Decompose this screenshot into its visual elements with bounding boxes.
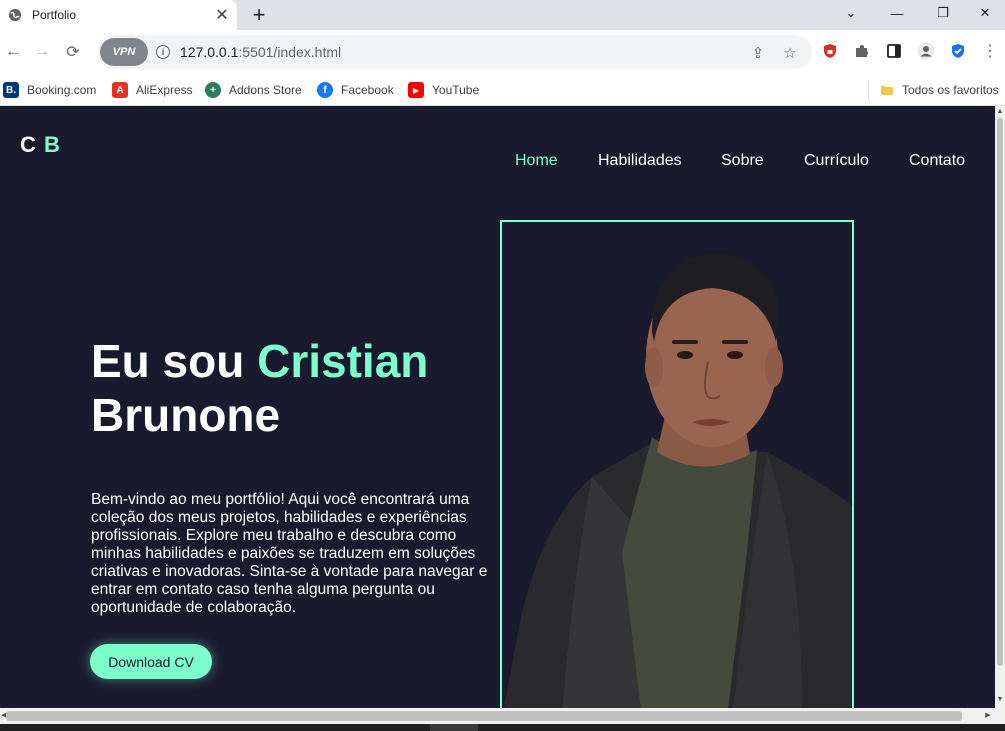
site-logo[interactable]: C B (20, 132, 61, 158)
vpn-badge[interactable]: VPN (100, 38, 148, 66)
aliexpress-icon: A (112, 82, 128, 98)
scroll-down-arrow-icon[interactable]: ▼ (996, 696, 1004, 704)
reload-button[interactable]: ⟳ (60, 39, 86, 65)
extension-shield-red-icon[interactable] (820, 41, 840, 61)
browser-toolbar: ← → ⟳ VPN i 127.0.0.1:5501/index.html ⇪ … (0, 30, 1005, 74)
youtube-icon: ▶ (408, 82, 424, 98)
close-tab-icon[interactable]: ✕ (209, 2, 235, 28)
bookmark-label: Booking.com (27, 83, 97, 97)
taskbar-item (430, 724, 478, 731)
globe-icon (8, 8, 22, 22)
bookmark-facebook[interactable]: f Facebook (317, 81, 394, 99)
bookmark-label: AliExpress (136, 83, 193, 97)
vertical-scrollbar[interactable]: ▲ ▼ (995, 106, 1005, 708)
scroll-up-arrow-icon[interactable]: ▲ (996, 108, 1004, 116)
vertical-scroll-thumb[interactable] (997, 118, 1003, 666)
facebook-icon: f (317, 82, 333, 98)
close-window-button[interactable]: ✕ (962, 0, 1005, 26)
bookmark-aliexpress[interactable]: A AliExpress (112, 81, 193, 99)
bookmark-booking[interactable]: B. Booking.com (3, 81, 96, 99)
minimize-button[interactable]: — (874, 0, 920, 26)
bookmark-label: Addons Store (229, 83, 302, 97)
tab-title: Portfolio (32, 8, 77, 22)
extensions-puzzle-icon[interactable] (852, 41, 872, 61)
menu-kebab-icon[interactable]: ⋮ (980, 41, 1000, 61)
info-icon[interactable]: i (156, 45, 170, 59)
bookmark-label: Facebook (341, 83, 394, 97)
tab-search-chevron-icon[interactable]: ⌄ (828, 0, 874, 26)
share-icon[interactable]: ⇪ (748, 43, 768, 63)
bookmark-star-icon[interactable]: ☆ (780, 43, 800, 63)
browser-tab[interactable]: Portfolio ✕ (0, 0, 237, 30)
taskbar-edge (0, 724, 1005, 731)
nav-sobre[interactable]: Sobre (721, 152, 764, 170)
nav-curriculo[interactable]: Currículo (804, 152, 869, 170)
profile-photo-illustration (503, 253, 852, 708)
bookmark-youtube[interactable]: ▶ YouTube (408, 81, 479, 99)
nav-habilidades[interactable]: Habilidades (598, 152, 682, 170)
page-viewport: C B Home Habilidades Sobre Currículo Con… (0, 106, 995, 708)
bookmark-label: YouTube (432, 83, 480, 97)
all-favorites-folder[interactable]: Todos os favoritos (880, 81, 999, 99)
side-panel-icon[interactable] (884, 41, 904, 61)
scroll-right-arrow-icon[interactable]: ▶ (984, 712, 992, 720)
profile-photo (500, 220, 854, 708)
horizontal-scroll-thumb[interactable] (6, 711, 962, 721)
nav-contato[interactable]: Contato (909, 152, 965, 170)
back-button[interactable]: ← (0, 39, 26, 65)
addons-store-icon: + (205, 82, 221, 98)
bookmarks-bar: B. Booking.com A AliExpress + Addons Sto… (0, 74, 1005, 106)
intro-paragraph: Bem-vindo ao meu portfólio! Aqui você en… (91, 491, 488, 616)
bookmark-addons-store[interactable]: + Addons Store (205, 81, 302, 99)
download-cv-button[interactable]: Download CV (90, 644, 212, 679)
shield-check-icon[interactable] (948, 41, 968, 61)
tab-strip: Portfolio ✕ + ⌄ — ❐ ✕ (0, 0, 1005, 30)
url-text[interactable]: 127.0.0.1:5501/index.html (180, 44, 341, 60)
folder-icon (881, 86, 893, 95)
nav-home[interactable]: Home (515, 152, 558, 170)
address-bar[interactable]: VPN i 127.0.0.1:5501/index.html ⇪ ☆ (98, 35, 812, 69)
forward-button[interactable]: → (29, 39, 55, 65)
new-tab-button[interactable]: + (246, 2, 272, 28)
hero-title: Eu sou Cristian Brunone (91, 335, 429, 441)
booking-icon: B. (3, 82, 19, 98)
bookmarks-divider (868, 80, 869, 100)
profile-avatar-icon[interactable] (916, 41, 936, 61)
favorites-label: Todos os favoritos (902, 83, 999, 97)
horizontal-scrollbar[interactable]: ◀ ▶ (0, 708, 1005, 724)
restore-button[interactable]: ❐ (920, 0, 966, 26)
